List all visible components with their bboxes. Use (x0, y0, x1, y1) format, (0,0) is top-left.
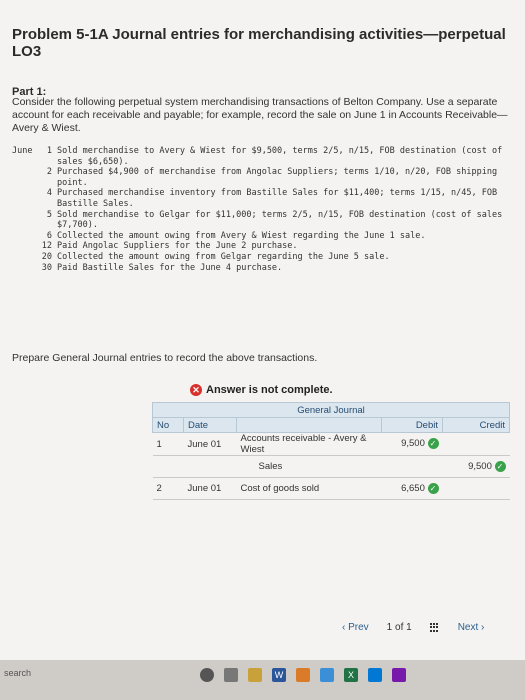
problem-page: Problem 5-1A Journal entries for merchan… (0, 0, 525, 660)
entry-date[interactable]: June 01 (183, 432, 237, 456)
transaction-row: 4 Purchased merchandise inventory from B… (12, 188, 517, 209)
transaction-month (12, 263, 38, 274)
transaction-month (12, 167, 38, 188)
transaction-month (12, 188, 38, 209)
check-icon: ✓ (427, 482, 439, 494)
entry-debit[interactable] (381, 455, 443, 478)
transaction-list: June 1 Sold merchandise to Avery & Wiest… (12, 146, 517, 273)
transaction-text: Purchased $4,900 of merchandise from Ang… (57, 167, 498, 188)
prev-link[interactable]: ‹ Prev (342, 622, 369, 633)
transaction-day: 30 (41, 262, 52, 273)
col-header-no: No (152, 417, 184, 433)
col-header-account (236, 417, 382, 433)
entry-account[interactable]: Sales (236, 455, 382, 478)
transaction-row: 20 Collected the amount owing from Gelga… (12, 252, 517, 263)
col-header-debit: Debit (381, 417, 443, 433)
taskbar-icons: W X (200, 668, 406, 682)
app-icon[interactable] (296, 668, 310, 682)
credit-value: 9,500 (468, 461, 492, 472)
transaction-row: 2 Purchased $4,900 of merchandise from A… (12, 167, 517, 188)
transaction-row: 12 Paid Angolac Suppliers for the June 2… (12, 241, 517, 252)
grid-icon[interactable] (429, 622, 440, 633)
entry-date[interactable] (183, 455, 237, 478)
transaction-text: Paid Bastille Sales for the June 4 purch… (57, 262, 283, 273)
debit-value: 6,650 (401, 483, 425, 494)
table-row: 2 June 01 Cost of goods sold 6,650 ✓ (152, 477, 510, 500)
error-x-icon: ✕ (190, 384, 202, 396)
transaction-month (12, 241, 38, 252)
task-view-icon[interactable] (224, 668, 238, 682)
word-icon[interactable]: W (272, 668, 286, 682)
taskbar-search[interactable]: search (4, 668, 31, 678)
transaction-row: June 1 Sold merchandise to Avery & Wiest… (12, 146, 517, 167)
transaction-day: 2 (46, 167, 52, 178)
entry-debit[interactable]: 6,650 ✓ (381, 477, 443, 500)
entry-credit[interactable]: 9,500 ✓ (442, 455, 510, 478)
transaction-day: 4 (46, 188, 52, 199)
transaction-day: 12 (41, 241, 52, 252)
edge-icon[interactable] (368, 668, 382, 682)
taskbar: search W X (0, 660, 525, 700)
transaction-month: June (12, 146, 33, 156)
page-title: Problem 5-1A Journal entries for merchan… (12, 26, 506, 60)
entry-date[interactable]: June 01 (183, 477, 237, 500)
journal-caption: General Journal (152, 402, 510, 418)
entry-account[interactable]: Cost of goods sold (236, 477, 382, 500)
transaction-day: 5 (46, 209, 52, 220)
transaction-day: 1 (46, 146, 52, 156)
transaction-month (12, 210, 38, 231)
debit-value: 9,500 (401, 438, 425, 450)
app2-icon[interactable] (392, 668, 406, 682)
chrome-icon[interactable] (320, 668, 334, 682)
excel-icon[interactable]: X (344, 668, 358, 682)
cortana-icon[interactable] (200, 668, 214, 682)
prev-label: Prev (348, 622, 369, 633)
entry-no: 1 (152, 432, 184, 456)
entry-no (152, 455, 184, 478)
check-icon: ✓ (427, 438, 439, 450)
transaction-text: Collected the amount owing from Avery & … (57, 230, 426, 241)
entry-credit[interactable] (442, 477, 510, 500)
transaction-row: 5 Sold merchandise to Gelgar for $11,000… (12, 210, 517, 231)
next-link[interactable]: Next › (458, 622, 485, 633)
transaction-day: 20 (41, 251, 52, 262)
transaction-day: 6 (46, 230, 52, 241)
file-explorer-icon[interactable] (248, 668, 262, 682)
entry-debit[interactable]: 9,500 ✓ (381, 432, 443, 456)
transaction-row: 6 Collected the amount owing from Avery … (12, 231, 517, 242)
instruction-text: Prepare General Journal entries to recor… (12, 352, 318, 364)
table-row: 1 June 01 Accounts receivable - Avery & … (152, 432, 510, 456)
check-icon: ✓ (494, 460, 506, 472)
intro-text: Consider the following perpetual system … (12, 96, 508, 134)
status-banner: ✕ Answer is not complete. (190, 384, 333, 396)
transaction-text: Sold merchandise to Gelgar for $11,000; … (57, 209, 503, 231)
general-journal-table: General Journal No Date Debit Credit 1 J… (152, 402, 510, 500)
next-label: Next (457, 622, 479, 633)
transaction-text: Sold merchandise to Avery & Wiest for $9… (57, 146, 503, 167)
page-count: 1 of 1 (386, 622, 412, 633)
transaction-text: Collected the amount owing from Gelgar r… (57, 251, 390, 262)
col-header-credit: Credit (442, 417, 510, 433)
transaction-row: 30 Paid Bastille Sales for the June 4 pu… (12, 263, 517, 274)
transaction-text: Paid Angolac Suppliers for the June 2 pu… (57, 241, 298, 252)
pagination: ‹ Prev 1 of 1 Next › (342, 622, 484, 633)
col-header-date: Date (183, 417, 237, 433)
transaction-month (12, 252, 38, 263)
entry-account[interactable]: Accounts receivable - Avery & Wiest (236, 432, 382, 456)
entry-credit[interactable] (442, 432, 510, 456)
entry-no: 2 (152, 477, 184, 500)
transaction-month (12, 231, 38, 242)
transaction-text: Purchased merchandise inventory from Bas… (57, 188, 498, 209)
status-text: Answer is not complete. (206, 384, 333, 396)
table-row: Sales 9,500 ✓ (152, 455, 510, 478)
